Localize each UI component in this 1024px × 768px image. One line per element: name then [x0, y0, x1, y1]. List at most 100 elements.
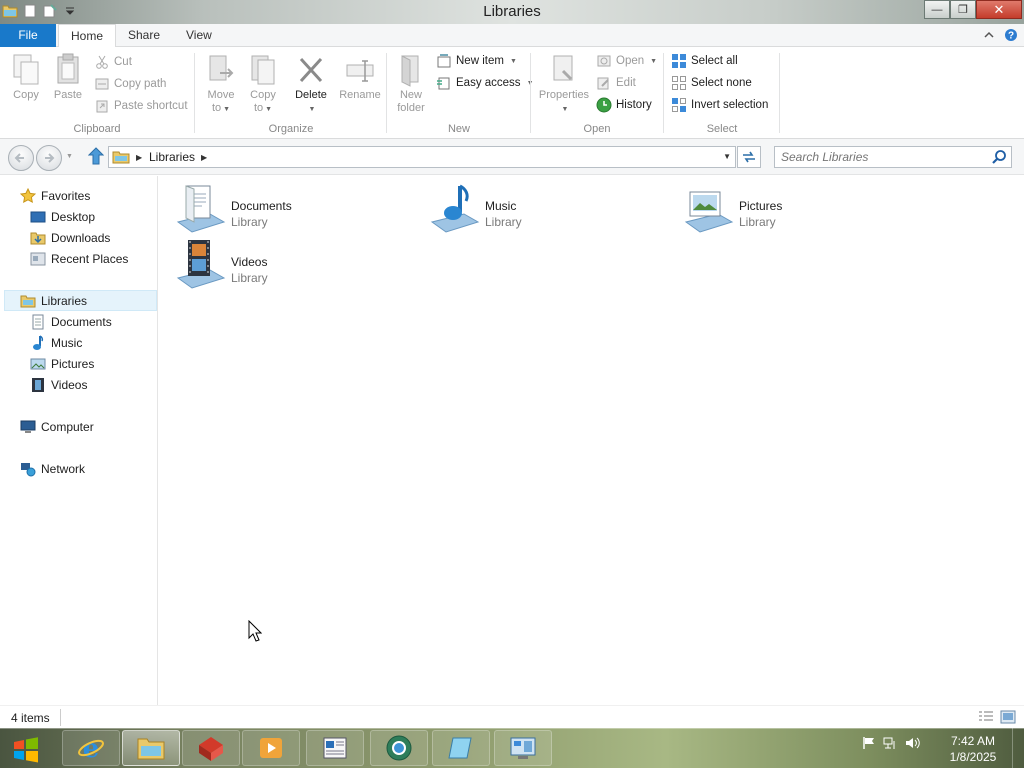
breadcrumb-separator-icon[interactable]: ▶ [136, 153, 142, 162]
select-all-button[interactable]: Select all [671, 52, 738, 70]
documents-icon [30, 314, 46, 330]
properties-button[interactable]: Properties ▼ [536, 53, 592, 116]
taskbar-media-player[interactable] [242, 730, 300, 766]
edit-button[interactable]: Edit [596, 74, 636, 92]
help-icon[interactable]: ? [1004, 28, 1018, 42]
show-desktop-button[interactable] [1012, 728, 1024, 768]
nav-label-computer: Computer [41, 419, 94, 434]
tile-name: Documents [231, 199, 292, 213]
search-box[interactable] [774, 146, 1012, 168]
system-clock[interactable]: 7:42 AM 1/8/2025 [940, 733, 1006, 765]
taskbar-document-viewer[interactable] [306, 730, 364, 766]
select-none-button[interactable]: Select none [671, 74, 752, 92]
action-center-flag-icon[interactable] [862, 736, 876, 753]
organize-group: Move to ▼ Copy to ▼ Delete ▼ Rename Organiz… [196, 47, 386, 139]
taskbar-control-panel[interactable] [494, 730, 552, 766]
libraries-folder-icon [112, 150, 130, 164]
invert-selection-label: Invert selection [691, 99, 769, 111]
search-input[interactable] [775, 147, 987, 167]
open-label: Open [616, 55, 645, 67]
control-panel-icon [510, 737, 536, 759]
forward-button[interactable] [36, 145, 62, 171]
library-tile-pictures[interactable]: Pictures Library [684, 182, 924, 234]
refresh-icon [743, 151, 755, 163]
tab-file[interactable]: File [0, 24, 56, 47]
notepad-app-icon [448, 737, 472, 759]
move-to-button[interactable]: Move to ▼ [200, 53, 242, 116]
paste-shortcut-button[interactable]: Paste shortcut [94, 97, 188, 115]
minimize-ribbon-chevron-up-icon[interactable] [982, 28, 996, 42]
search-icon[interactable] [991, 149, 1007, 165]
address-history-chevron-down-icon[interactable]: ▼ [723, 152, 731, 161]
taskbar-archive-app[interactable] [182, 730, 240, 766]
nav-item-documents[interactable]: Documents [30, 311, 112, 332]
volume-speaker-icon[interactable] [904, 736, 920, 753]
ribbon-tab-bar: File Home Share View ? [0, 24, 1024, 48]
nav-label-desktop: Desktop [51, 209, 96, 224]
minimize-button[interactable]: ― [924, 0, 950, 19]
clipboard-group-label: Clipboard [73, 123, 121, 135]
library-tile-videos[interactable]: Videos Library [176, 238, 416, 290]
network-globe-icon [20, 461, 36, 477]
delete-button[interactable]: Delete ▼ [290, 53, 332, 116]
media-player-icon [260, 738, 282, 758]
taskbar-internet-explorer[interactable]: e [62, 730, 120, 766]
taskbar-notepad-app[interactable] [432, 730, 490, 766]
taskbar-browser-globe[interactable] [370, 730, 428, 766]
large-icons-view-icon[interactable] [1000, 710, 1016, 724]
copy-to-button[interactable]: Copy to ▼ [242, 53, 284, 116]
refresh-button[interactable] [737, 146, 761, 168]
maximize-button[interactable]: ❐ [950, 0, 976, 19]
nav-item-desktop[interactable]: Desktop [30, 206, 95, 227]
nav-item-network[interactable]: Network [20, 458, 85, 479]
back-button[interactable] [8, 145, 34, 171]
file-list: Documents Library Music Library Pictures… [160, 176, 1024, 705]
paste-button[interactable]: Paste [47, 53, 89, 102]
move-to-label-1: Move [207, 89, 235, 101]
library-tile-music[interactable]: Music Library [430, 182, 670, 234]
tab-share[interactable]: Share [116, 24, 172, 47]
navigation-pane: Favorites Desktop Downloads Recent Place… [0, 176, 158, 705]
invert-selection-button[interactable]: Invert selection [671, 96, 768, 114]
open-button[interactable]: Open ▼ [596, 52, 657, 70]
start-button[interactable] [8, 734, 44, 764]
new-item-label: New item [456, 55, 504, 67]
nav-item-libraries[interactable]: Libraries [4, 290, 157, 311]
breadcrumb-separator-icon[interactable]: ▶ [201, 153, 207, 162]
new-folder-button[interactable]: New folder [390, 53, 432, 115]
star-icon [20, 187, 36, 204]
tab-view[interactable]: View [174, 24, 224, 47]
address-bar[interactable]: ▶ Libraries ▶ ▼ [108, 146, 736, 168]
paste-shortcut-icon [94, 98, 110, 114]
copy-label: Copy [13, 89, 39, 101]
history-button[interactable]: History [596, 96, 652, 114]
cut-button[interactable]: Cut [94, 53, 132, 71]
computer-icon [20, 419, 36, 435]
copy-path-button[interactable]: Copy path [94, 75, 166, 93]
tab-home[interactable]: Home [58, 24, 117, 48]
recent-locations-chevron-down-icon[interactable]: ▼ [66, 153, 73, 160]
nav-item-recent-places[interactable]: Recent Places [30, 248, 128, 269]
network-status-icon[interactable] [882, 736, 898, 753]
easy-access-button[interactable]: Easy access▼ [436, 74, 534, 92]
new-item-button[interactable]: New item ▼ [436, 52, 517, 70]
nav-label-pictures: Pictures [51, 356, 95, 371]
nav-item-favorites[interactable]: Favorites [20, 185, 90, 206]
close-button[interactable]: ✕ [976, 0, 1022, 19]
rename-button[interactable]: Rename [336, 53, 384, 102]
copy-button[interactable]: Copy [5, 53, 47, 102]
library-tile-documents[interactable]: Documents Library [176, 182, 416, 234]
nav-item-computer[interactable]: Computer [20, 416, 94, 437]
nav-item-pictures[interactable]: Pictures [30, 353, 94, 374]
details-view-icon[interactable] [978, 710, 994, 724]
nav-item-music[interactable]: Music [30, 332, 82, 353]
scissors-icon [94, 54, 110, 70]
nav-item-downloads[interactable]: Downloads [30, 227, 110, 248]
nav-item-videos[interactable]: Videos [30, 374, 87, 395]
new-group: New folder New item▼ Easy access▼ New [388, 47, 534, 139]
music-library-icon [430, 182, 482, 234]
up-arrow-icon[interactable] [87, 147, 105, 165]
taskbar-file-explorer[interactable] [122, 730, 180, 766]
tile-type: Library [485, 215, 522, 229]
breadcrumb-libraries[interactable]: Libraries [149, 150, 195, 164]
